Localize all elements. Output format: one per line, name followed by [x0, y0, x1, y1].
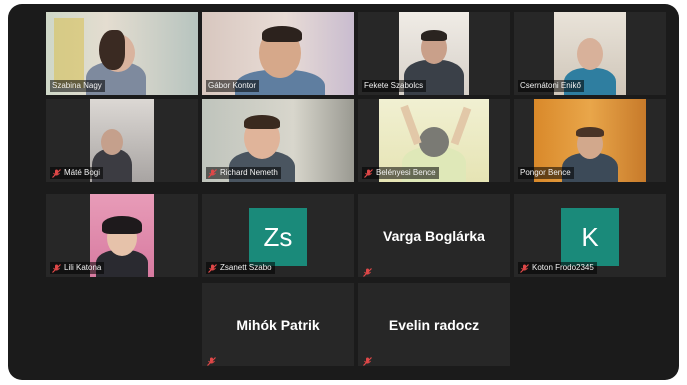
- participant-name-label: Gábor Kontor: [206, 80, 260, 92]
- participant-tile-mate-bogi[interactable]: Máté Bogi: [46, 99, 198, 182]
- avatar-initials: K: [581, 221, 599, 252]
- raised-arm: [450, 106, 472, 146]
- participant-name: Zsanett Szabo: [220, 263, 272, 272]
- participant-tile-gabor-kontor[interactable]: Gábor Kontor: [202, 12, 354, 95]
- microphone-muted-icon: [208, 263, 217, 273]
- raised-arm: [400, 104, 422, 146]
- participant-name: Richard Nemeth: [220, 168, 278, 177]
- person-hair: [262, 26, 302, 42]
- person-hair: [102, 216, 142, 234]
- participant-tile-richard-nemeth[interactable]: Richard Nemeth: [202, 99, 354, 182]
- participant-name: Pongor Bence: [520, 168, 571, 177]
- participant-name: Koton Frodo2345: [532, 263, 594, 272]
- participant-name: Csernátoni Enikő: [520, 81, 581, 90]
- participant-name: Máté Bogi: [64, 168, 101, 177]
- participant-tile-lili-katona[interactable]: Lili Katona: [46, 194, 198, 277]
- participant-name-label: Lili Katona: [50, 262, 105, 274]
- participant-name-label: Richard Nemeth: [206, 167, 281, 179]
- microphone-muted-icon: [208, 168, 217, 178]
- participant-name-label: Koton Frodo2345: [518, 262, 597, 274]
- microphone-muted-icon: [364, 168, 373, 178]
- microphone-muted-icon: [363, 264, 372, 277]
- participant-name-label: Belényesi Bence: [362, 167, 439, 179]
- microphone-muted-icon: [207, 353, 216, 366]
- participant-name: Lili Katona: [64, 263, 102, 272]
- participant-tile-pongor-bence[interactable]: Pongor Bence: [514, 99, 666, 182]
- person-hair: [244, 115, 280, 129]
- participant-name-label: Fekete Szabolcs: [362, 80, 427, 92]
- person-hair: [421, 30, 447, 41]
- participant-name-label: Zsanett Szabo: [206, 262, 275, 274]
- participant-tile-belenyesi-bence[interactable]: Belényesi Bence: [358, 99, 510, 182]
- avatar-initials: Zs: [263, 221, 293, 252]
- video-grid: Szabina Nagy Gábor Kontor Fekete Szabolc…: [8, 4, 679, 380]
- participant-tile-koton-frodo2345[interactable]: K Koton Frodo2345: [514, 194, 666, 277]
- participant-name: Belényesi Bence: [376, 168, 436, 177]
- person-hair: [576, 127, 604, 137]
- microphone-muted-icon: [520, 263, 529, 273]
- participant-tile-csernatoni-eniko[interactable]: Csernátoni Enikő: [514, 12, 666, 95]
- person-head: [101, 129, 123, 155]
- participant-name: Varga Boglárka: [383, 227, 485, 244]
- participant-avatar: Zs: [249, 208, 307, 266]
- microphone-muted-icon: [363, 353, 372, 366]
- participant-avatar: K: [561, 208, 619, 266]
- participant-tile-zsanett-szabo[interactable]: Zs Zsanett Szabo: [202, 194, 354, 277]
- microphone-muted-icon: [52, 263, 61, 273]
- participant-name: Fekete Szabolcs: [364, 81, 424, 90]
- participant-name-label: Máté Bogi: [50, 167, 104, 179]
- participant-tile-szabina-nagy[interactable]: Szabina Nagy: [46, 12, 198, 95]
- participant-name-label: Csernátoni Enikő: [518, 80, 584, 92]
- participant-name: Evelin radocz: [388, 316, 480, 333]
- person-head: [419, 127, 449, 157]
- participant-tile-varga-boglarka[interactable]: Varga Boglárka: [358, 194, 510, 277]
- person-head: [577, 38, 603, 70]
- person-hair: [99, 30, 125, 70]
- participant-tile-fekete-szabolcs[interactable]: Fekete Szabolcs: [358, 12, 510, 95]
- participant-name: Gábor Kontor: [208, 81, 257, 90]
- participant-name-label: Pongor Bence: [518, 167, 574, 179]
- participant-name: Szabina Nagy: [52, 81, 102, 90]
- participant-name-label: Szabina Nagy: [50, 80, 105, 92]
- microphone-muted-icon: [52, 168, 61, 178]
- participant-tile-evelin-radocz[interactable]: Evelin radocz: [358, 283, 510, 366]
- participant-display-name: Mihók Patrik: [202, 283, 354, 366]
- participant-tile-mihok-patrik[interactable]: Mihók Patrik: [202, 283, 354, 366]
- participant-name: Mihók Patrik: [236, 316, 320, 333]
- window-light: [54, 18, 84, 88]
- participant-display-name: Evelin radocz: [358, 283, 510, 366]
- participant-display-name: Varga Boglárka: [358, 194, 510, 277]
